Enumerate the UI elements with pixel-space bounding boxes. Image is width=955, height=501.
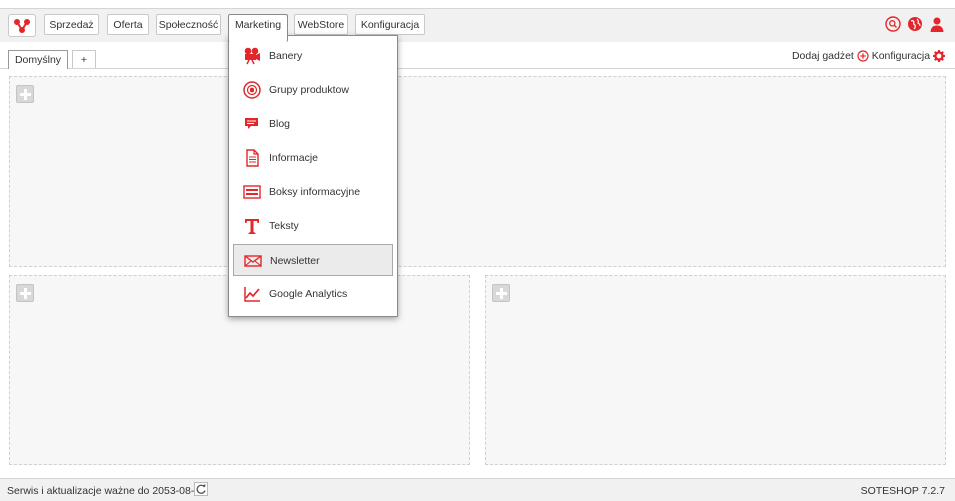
- nav-item-marketing[interactable]: Marketing: [228, 14, 288, 42]
- user-icon[interactable]: [929, 16, 945, 32]
- menu-item-newsletter[interactable]: Newsletter: [233, 244, 393, 276]
- info-box-icon: [243, 183, 261, 201]
- refresh-button[interactable]: [194, 482, 208, 496]
- document-icon: [243, 149, 261, 167]
- menu-item-teksty[interactable]: Teksty: [233, 210, 393, 242]
- menu-item-label: Teksty: [269, 220, 299, 232]
- add-gadget-link[interactable]: Dodaj gadżet: [792, 50, 854, 62]
- add-gadget-button[interactable]: [16, 284, 34, 302]
- gadget-panel-top: [9, 76, 946, 267]
- text-icon: [243, 217, 261, 235]
- menu-item-label: Newsletter: [270, 255, 320, 267]
- menu-item-blog[interactable]: Blog: [233, 108, 393, 140]
- menu-item-informacje[interactable]: Informacje: [233, 142, 393, 174]
- add-gadget-button[interactable]: [492, 284, 510, 302]
- service-validity-text: Serwis i aktualizacje ważne do 2053-08-2…: [7, 485, 207, 497]
- menu-item-grupy-produktow[interactable]: Grupy produktow: [233, 74, 393, 106]
- gadget-panel-bottom-right: [485, 275, 946, 465]
- nav-item-konfiguracja[interactable]: Konfiguracja: [355, 14, 425, 35]
- globe-icon[interactable]: [907, 16, 923, 32]
- nav-item-sprzedaz[interactable]: Sprzedaż: [44, 14, 99, 35]
- menu-item-label: Blog: [269, 118, 291, 130]
- chart-line-icon: [243, 285, 261, 303]
- menu-item-label: Boksy informacyjne: [269, 186, 361, 198]
- top-icons: [882, 16, 945, 32]
- tab-actions: Dodaj gadżet Konfiguracja: [792, 50, 945, 63]
- menu-item-banery[interactable]: Banery: [233, 40, 393, 72]
- envelope-icon: [244, 252, 262, 270]
- configuration-link[interactable]: Konfiguracja: [872, 50, 930, 62]
- gear-icon[interactable]: [933, 50, 945, 63]
- dashboard-tab-bar: Domyślny + Dodaj gadżet Konfiguracja: [0, 42, 955, 69]
- search-icon[interactable]: [885, 16, 901, 32]
- marketing-dropdown-menu: Banery Grupy produktow Blog Informacje B…: [228, 35, 398, 317]
- menu-item-label: Google Analytics: [269, 288, 348, 300]
- logo-button[interactable]: [8, 14, 36, 37]
- nav-item-webstore[interactable]: WebStore: [294, 14, 348, 35]
- menu-item-google-analytics[interactable]: Google Analytics: [233, 278, 393, 310]
- blog-icon: [243, 115, 261, 133]
- add-circle-icon[interactable]: [857, 50, 869, 62]
- version-label: SOTESHOP 7.2.7: [860, 485, 945, 497]
- add-tab-button[interactable]: +: [72, 50, 96, 68]
- tab-domyslny[interactable]: Domyślny: [8, 50, 68, 69]
- banner-icon: [243, 47, 261, 65]
- refresh-icon: [196, 484, 206, 494]
- app-window: Sprzedaż Oferta Społeczność Marketing We…: [0, 0, 955, 501]
- menu-item-label: Grupy produktow: [269, 84, 349, 96]
- status-bar: Serwis i aktualizacje ważne do 2053-08-2…: [0, 478, 955, 501]
- menu-item-label: Banery: [269, 50, 303, 62]
- menu-item-boksy-informacyjne[interactable]: Boksy informacyjne: [233, 176, 393, 208]
- nav-item-spolecznosc[interactable]: Społeczność: [156, 14, 221, 35]
- menu-item-label: Informacje: [269, 152, 319, 164]
- nav-item-oferta[interactable]: Oferta: [107, 14, 149, 35]
- top-navigation-bar: Sprzedaż Oferta Społeczność Marketing We…: [0, 8, 955, 43]
- add-gadget-button[interactable]: [16, 85, 34, 103]
- logo-icon: [14, 19, 30, 33]
- product-groups-icon: [243, 81, 261, 99]
